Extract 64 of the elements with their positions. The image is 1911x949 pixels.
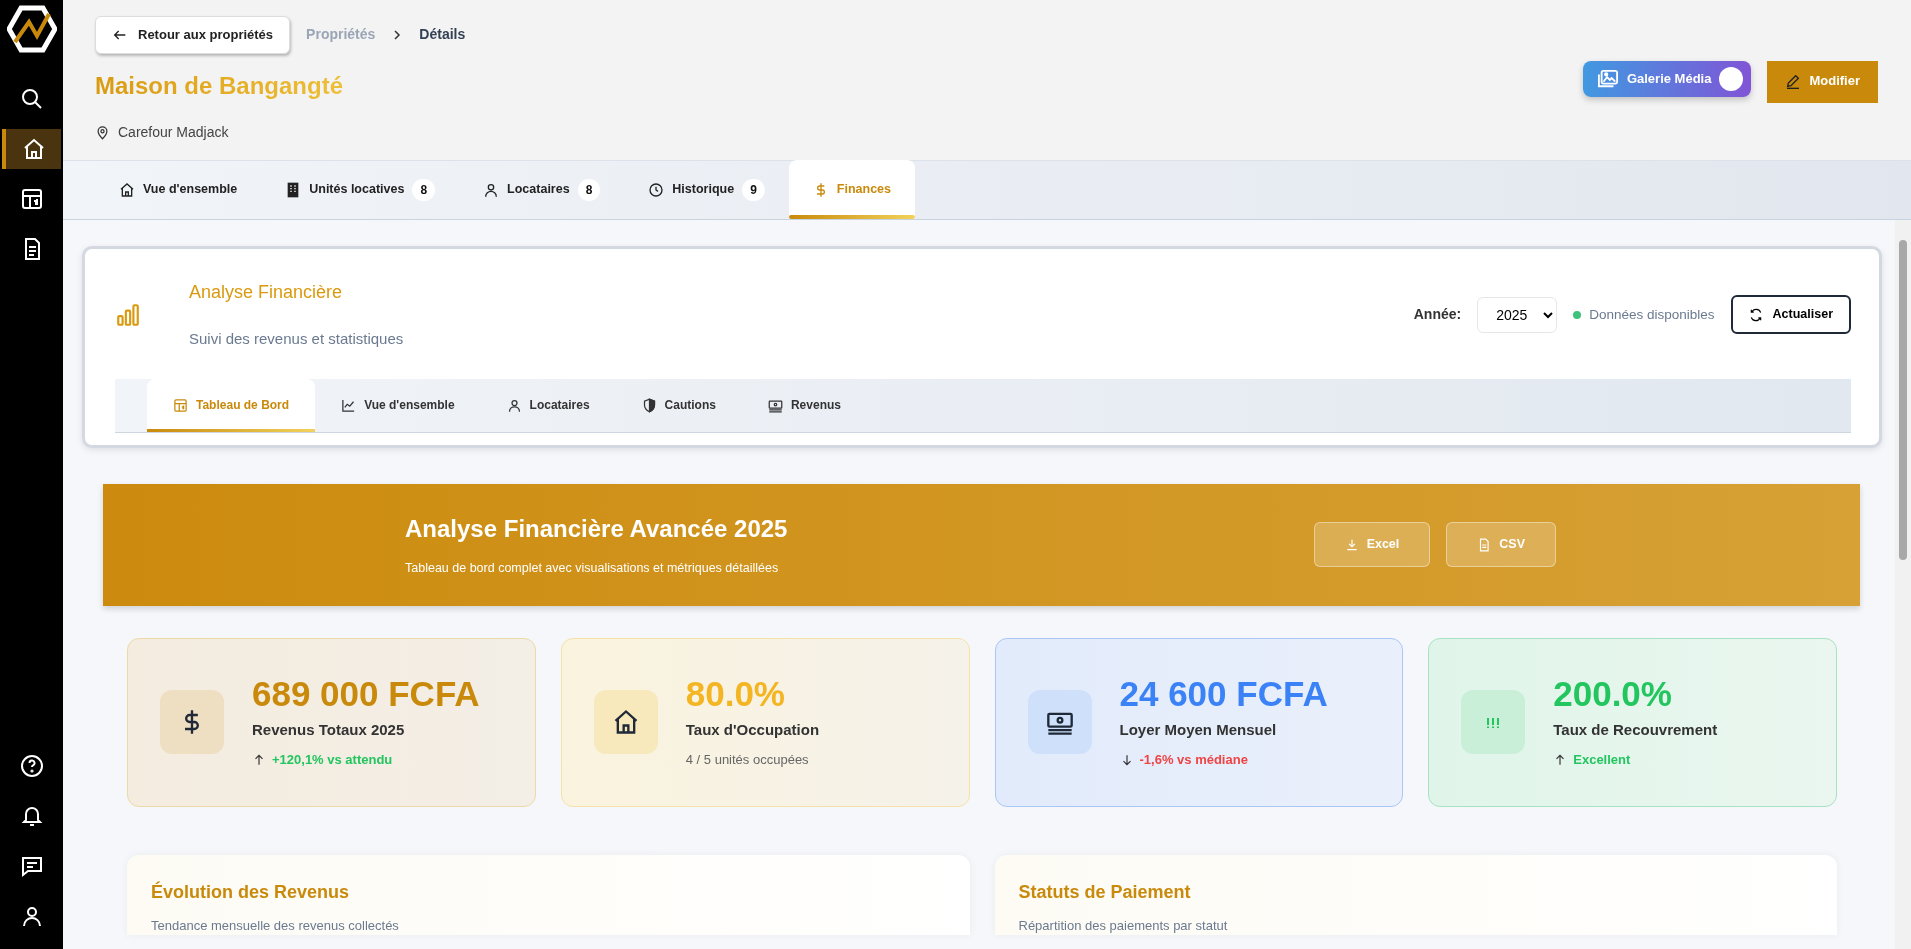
count-badge: 8 (577, 178, 601, 201)
stat-label: Loyer Moyen Mensuel (1119, 720, 1278, 741)
panel-title: Évolution des Revenus (151, 880, 351, 904)
year-select[interactable]: 2025 (1477, 296, 1558, 333)
file-icon (1477, 537, 1492, 552)
property-tab[interactable]: Vue d'ensemble (95, 160, 262, 219)
shield-icon (641, 397, 657, 413)
clock-icon (648, 181, 665, 198)
bell-icon (19, 804, 44, 828)
breadcrumb-current: Détails (419, 25, 466, 45)
property-tab[interactable]: Locataires 8 (459, 160, 625, 219)
property-tab[interactable]: Unités locatives 8 (261, 160, 460, 219)
home-icon (119, 181, 135, 198)
user-icon (506, 397, 522, 413)
arrow-up-icon (252, 752, 266, 767)
stat-label: Taux de Recouvrement (1553, 720, 1718, 741)
search-icon (19, 87, 44, 111)
stat-value: 689 000 FCFA (252, 674, 480, 714)
stat-value: 80.0% (685, 674, 786, 714)
stat-label: Revenus Totaux 2025 (252, 720, 406, 741)
banner-title: Analyse Financière Avancée 2025 (405, 514, 788, 545)
finance-tab[interactable]: Vue d'ensemble (315, 378, 481, 432)
pencil-icon (1785, 72, 1802, 89)
dashboard-icon (19, 187, 44, 211)
finance-tab[interactable]: Locataires (480, 378, 616, 432)
banknote-icon (767, 397, 783, 413)
stat-note: 4 / 5 unités occupées (685, 750, 809, 769)
images-icon (1596, 69, 1619, 89)
refresh-button[interactable]: Actualiser (1730, 295, 1851, 335)
stat-note: +120,1% vs attendu (272, 750, 393, 769)
toggle-knob (1719, 67, 1744, 91)
stat-note: -1,6% vs médiane (1139, 750, 1248, 769)
stat-value: 200.0% (1553, 674, 1673, 714)
user-icon (483, 181, 500, 198)
panel-title: Statuts de Paiement (1018, 880, 1192, 904)
line-chart-icon (341, 397, 357, 413)
finance-tab[interactable]: Revenus (741, 378, 867, 432)
finance-tab[interactable]: Cautions (615, 378, 742, 432)
chat-icon (19, 854, 44, 878)
banner-subtitle: Tableau de bord complet avec visualisations et métriques détaillées (405, 560, 780, 578)
location-pin-icon (95, 124, 110, 140)
bar-chart-icon (115, 301, 141, 328)
sidebar-item[interactable] (2, 129, 61, 169)
download-icon (1344, 537, 1359, 552)
stat-label: Taux d'Occupation (685, 720, 820, 741)
dashboard-icon (173, 397, 188, 413)
panel-subtitle: Répartition des paiements par statut (1018, 916, 1229, 935)
media-gallery-button[interactable]: Galerie Média (1582, 61, 1752, 97)
year-label: Année: (1413, 305, 1462, 325)
panel-subtitle: Tendance mensuelle des revenus collectés (151, 916, 400, 935)
section-title: Analyse Financière (189, 281, 344, 304)
count-badge: 8 (412, 178, 436, 201)
data-status: Données disponibles (1589, 305, 1715, 324)
status-dot (1573, 310, 1582, 319)
section-subtitle: Suivi des revenus et statistiques (189, 329, 404, 349)
back-button[interactable]: Retour aux propriétés (95, 16, 291, 54)
refresh-icon (1748, 307, 1763, 322)
property-location: Carefour Madjack (118, 122, 229, 142)
logo-icon (6, 4, 57, 54)
stat-value: 24 600 FCFA (1119, 674, 1328, 714)
property-tab[interactable]: Historique 9 (624, 160, 789, 219)
count-badge: 9 (742, 178, 765, 201)
stat-note: Excellent (1573, 750, 1631, 769)
help-icon (19, 754, 44, 778)
